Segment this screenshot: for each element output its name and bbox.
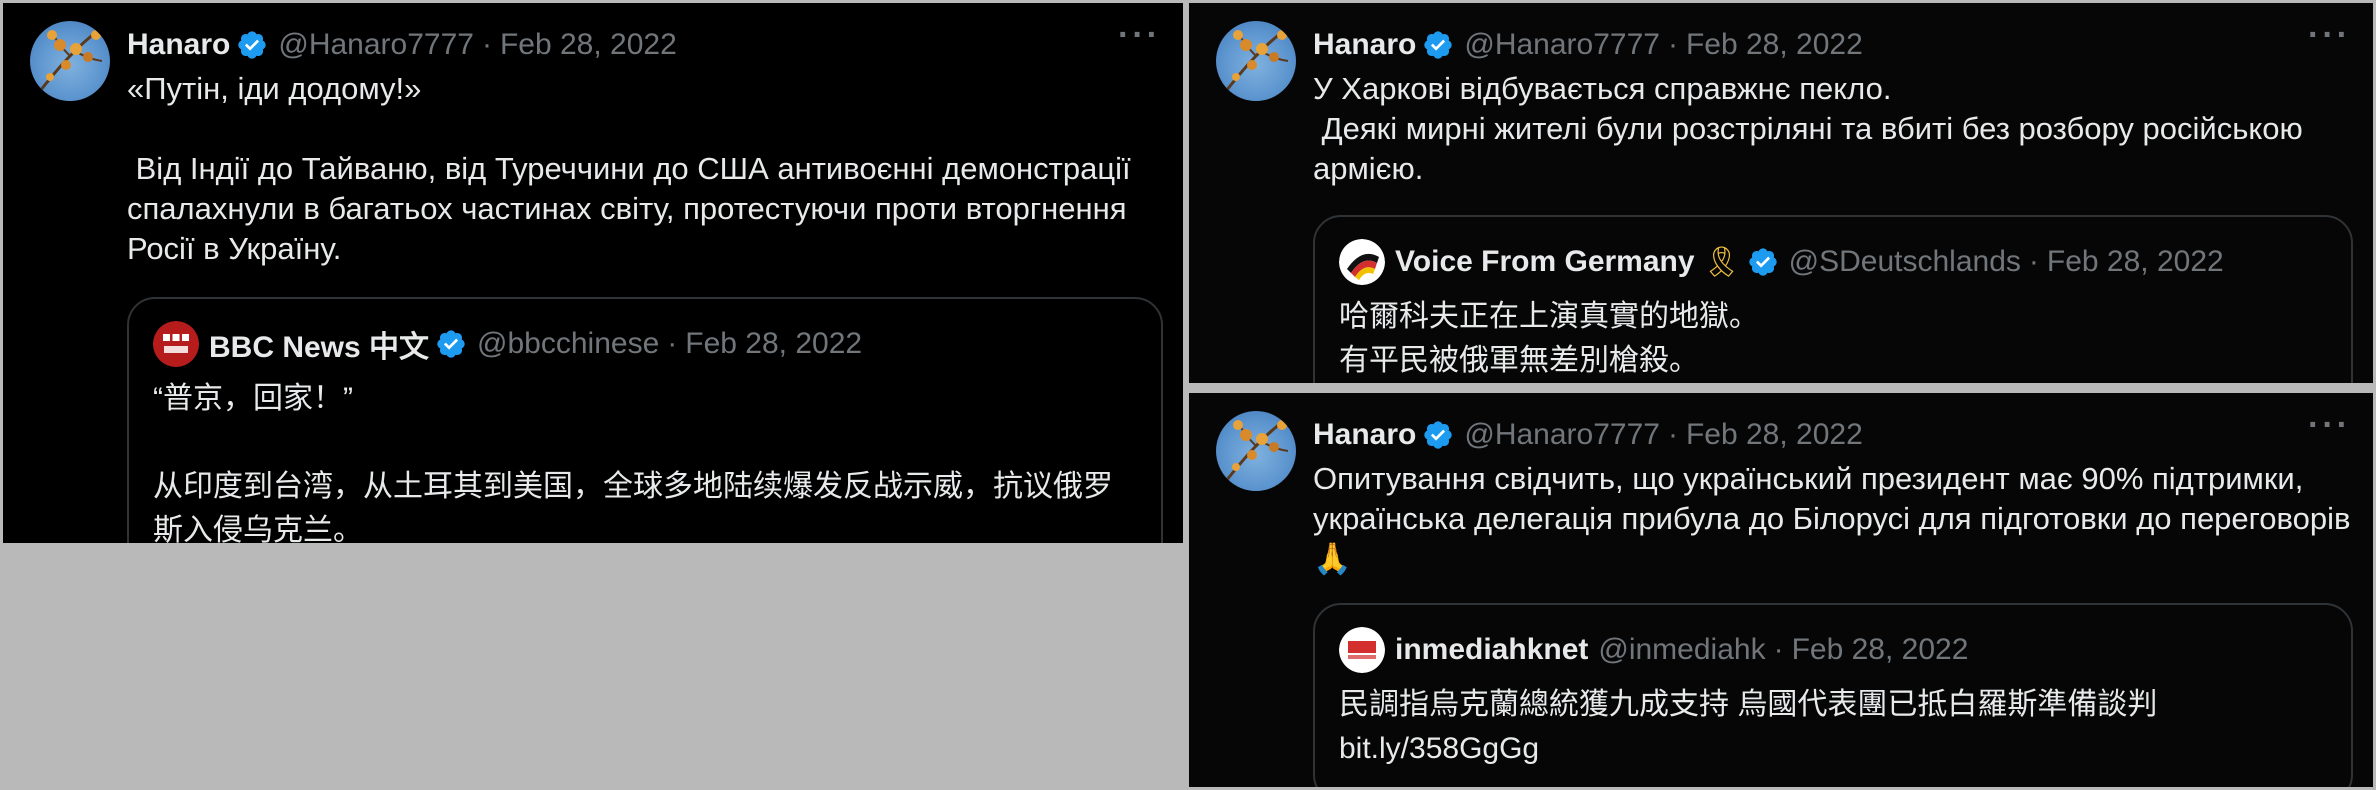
verified-badge-icon xyxy=(238,31,267,59)
inmediahk-avatar xyxy=(1339,627,1385,673)
verified-badge-icon xyxy=(1748,248,1777,276)
quoted-tweet[interactable]: BBC News 中文 @bbcchinese · Feb 28, 2022 “… xyxy=(127,297,1163,543)
author-name[interactable]: Hanaro xyxy=(1313,418,1416,452)
quoted-tweet-text: “普京，回家！” 从印度到台湾，从土耳其到美国，全球多地陆续爆发反战示威，抗议俄… xyxy=(153,382,1113,543)
tweet-text: «Путін, іди додому!» Від Індії до Тайван… xyxy=(127,71,1131,266)
quoted-tweet-text: 民調指烏克蘭總統獲九成支持 烏國代表團已抵白羅斯準備談判 bit.ly/358G… xyxy=(1339,688,2158,765)
avatar[interactable] xyxy=(1216,21,1296,101)
quoted-tweet-header: Voice From Germany 🎗 @SDeutschlands · Fe… xyxy=(1339,239,2327,285)
tweet-text: У Харкові відбувається справжнє пекло. Д… xyxy=(1313,71,2303,186)
verified-badge-icon xyxy=(1424,31,1453,59)
author-name[interactable]: Hanaro xyxy=(1313,28,1416,62)
separator-dot: · xyxy=(481,28,492,61)
tweet-header: Hanaro @Hanaro7777 · Feb 28, 2022 xyxy=(127,21,1163,69)
quoted-tweet[interactable]: inmediahknet @inmediahk · Feb 28, 2022 民… xyxy=(1313,603,2353,787)
avatar[interactable] xyxy=(1216,411,1296,491)
author-name[interactable]: Hanaro xyxy=(127,28,230,62)
quoted-tweet-header: BBC News 中文 @bbcchinese · Feb 28, 2022 xyxy=(153,321,1137,367)
quoted-tweet-date[interactable]: Feb 28, 2022 xyxy=(2047,245,2224,279)
verified-badge-icon xyxy=(1424,421,1453,449)
tweet-card-3[interactable]: ··· Hanaro @Hanaro7777 · Feb 28, 2022 Оп… xyxy=(1189,393,2373,787)
bbc-news-avatar xyxy=(153,321,199,367)
author-handle[interactable]: @Hanaro7777 xyxy=(1464,28,1660,62)
quoted-tweet[interactable]: Voice From Germany 🎗 @SDeutschlands · Fe… xyxy=(1313,215,2353,383)
quoted-tweet-date[interactable]: Feb 28, 2022 xyxy=(1792,633,1969,667)
quoted-tweet-text: 哈爾科夫正在上演真實的地獄。 有平民被俄軍無差別槍殺。 xyxy=(1339,300,1759,377)
avatar[interactable] xyxy=(30,21,110,101)
quoted-author-name[interactable]: Voice From Germany xyxy=(1395,245,1695,279)
author-handle[interactable]: @Hanaro7777 xyxy=(278,28,474,62)
author-handle[interactable]: @Hanaro7777 xyxy=(1464,418,1660,452)
separator-dot: · xyxy=(2028,245,2039,278)
tweet-date[interactable]: Feb 28, 2022 xyxy=(1686,28,1863,62)
separator-dot: · xyxy=(1667,418,1678,451)
separator-dot: · xyxy=(667,327,678,360)
quoted-tweet-date[interactable]: Feb 28, 2022 xyxy=(685,327,862,361)
quoted-tweet-header: inmediahknet @inmediahk · Feb 28, 2022 xyxy=(1339,627,2327,673)
quoted-author-name[interactable]: BBC News 中文 xyxy=(209,322,429,366)
tweet-header: Hanaro @Hanaro7777 · Feb 28, 2022 xyxy=(1313,21,2353,69)
tweet-date[interactable]: Feb 28, 2022 xyxy=(500,28,677,62)
voice-from-germany-avatar xyxy=(1339,239,1385,285)
quoted-author-name[interactable]: inmediahknet xyxy=(1395,633,1588,667)
tweet-card-2[interactable]: ··· Hanaro @Hanaro7777 · Feb 28, 2022 У … xyxy=(1189,3,2373,383)
separator-dot: · xyxy=(1773,633,1784,666)
tweet-card-1[interactable]: ··· Hanaro @Hanaro7777 · Feb 28, 2022 «П… xyxy=(3,3,1183,543)
quoted-author-handle[interactable]: @inmediahk xyxy=(1598,633,1765,667)
separator-dot: · xyxy=(1667,28,1678,61)
tweet-header: Hanaro @Hanaro7777 · Feb 28, 2022 xyxy=(1313,411,2353,459)
quoted-author-handle[interactable]: @bbcchinese xyxy=(477,327,659,361)
tweet-text: Опитування свідчить, що український през… xyxy=(1313,461,2351,576)
quoted-author-handle[interactable]: @SDeutschlands xyxy=(1789,245,2021,279)
verified-badge-icon xyxy=(437,330,465,358)
tweet-date[interactable]: Feb 28, 2022 xyxy=(1686,418,1863,452)
ribbon-icon: 🎗 xyxy=(1702,245,1741,279)
